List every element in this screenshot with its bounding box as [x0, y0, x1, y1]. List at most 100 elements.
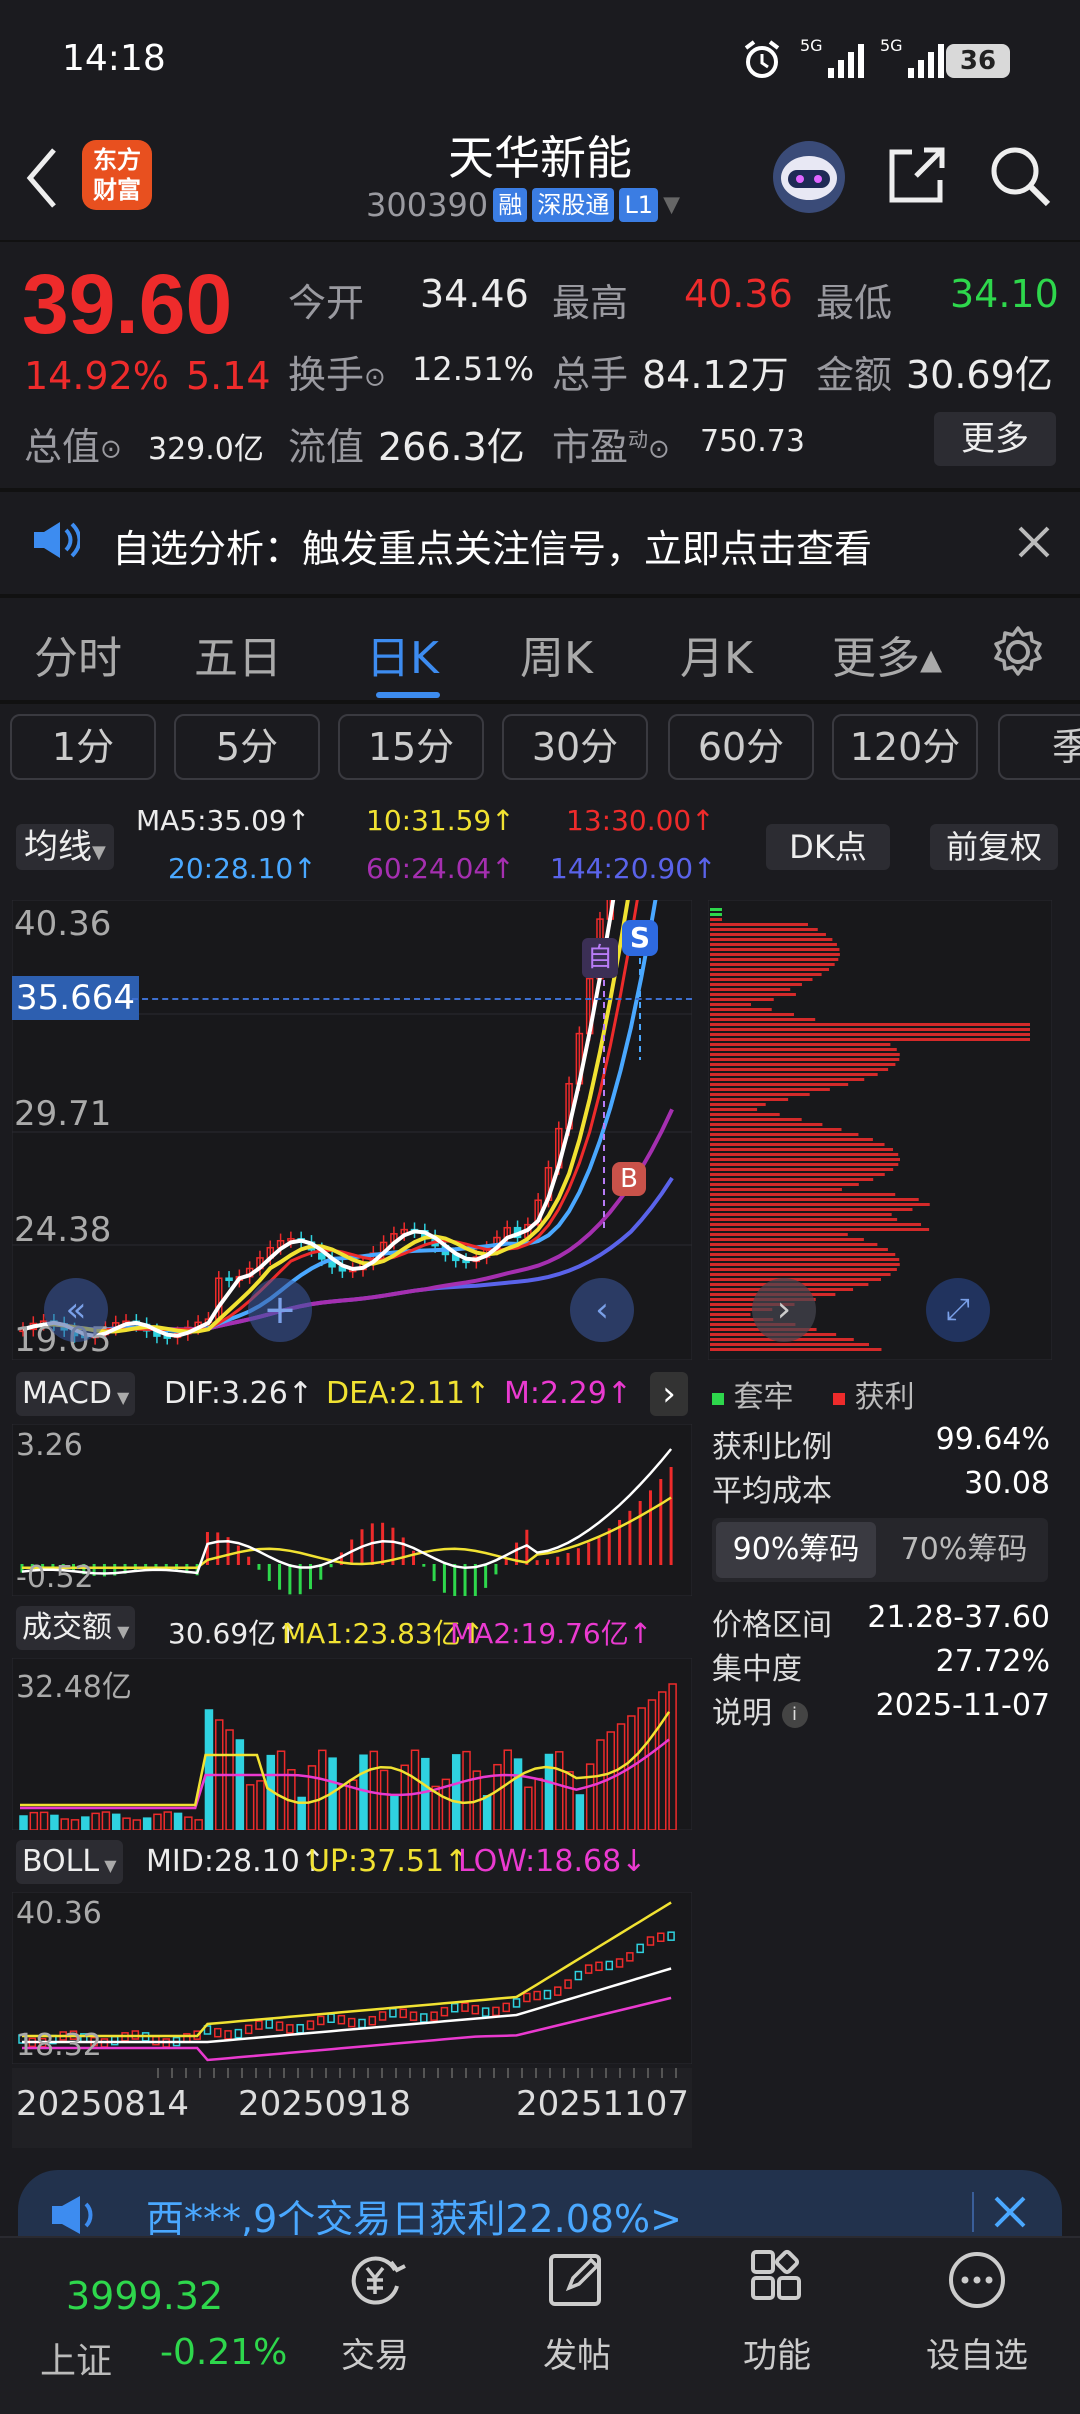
chip-bar	[710, 958, 839, 961]
minute-tab-60[interactable]: 60分	[668, 714, 814, 780]
float-label: 流值	[288, 425, 365, 469]
chip-bar	[710, 928, 818, 931]
settings-gear-icon[interactable]	[990, 624, 1046, 684]
chip-bar	[710, 1238, 864, 1241]
chip-bar	[710, 1068, 889, 1071]
tab-five-day[interactable]: 五日	[194, 622, 282, 686]
notice-text[interactable]: 自选分析：触发重点关注信号，立即点击查看	[112, 518, 872, 573]
amount-value: 30.69亿	[906, 353, 1053, 397]
nav-trade[interactable]: 交易	[320, 2248, 430, 2408]
chip-bar	[710, 1218, 898, 1221]
nav-post[interactable]: 发帖	[522, 2248, 632, 2408]
info-icon[interactable]: ⊙	[100, 435, 122, 465]
search-icon[interactable]	[988, 144, 1052, 212]
minute-tab-15[interactable]: 15分	[338, 714, 484, 780]
chip-bar	[710, 1268, 897, 1271]
chevron-right-icon[interactable]: ›	[650, 1372, 688, 1416]
expand-icon[interactable]: ⤢	[926, 1278, 990, 1342]
chip-bar	[710, 1078, 865, 1081]
concentration-label: 集中度	[712, 1652, 802, 1687]
tab-daily-k[interactable]: 日K	[366, 622, 439, 686]
chip-bar	[710, 1043, 891, 1046]
boll-selector[interactable]: BOLL ▼	[16, 1840, 123, 1884]
dk-point-button[interactable]: DK点	[766, 824, 890, 870]
tag-dropdown-icon[interactable]: ▼	[663, 193, 680, 218]
minute-tab-5[interactable]: 5分	[174, 714, 320, 780]
chip-bar	[710, 1203, 930, 1206]
nav-add-watchlist-label: 设自选	[926, 2336, 1028, 2376]
low-value: 34.10	[950, 272, 1059, 316]
tab-underline	[376, 692, 440, 698]
tab-intraday[interactable]: 分时	[34, 622, 122, 686]
marker-buy[interactable]: B	[612, 1162, 646, 1196]
tab-monthly-k[interactable]: 月K	[680, 622, 753, 686]
chevron-left-icon[interactable]: ‹	[570, 1278, 634, 1342]
chip-bar	[710, 1343, 869, 1346]
volume-bar	[111, 1813, 121, 1831]
chip-bar	[710, 1153, 899, 1156]
chip-bar	[710, 1023, 1030, 1026]
minute-tab-1[interactable]: 1分	[10, 714, 156, 780]
info-icon[interactable]: ⊙	[364, 363, 386, 393]
nav-functions[interactable]: 功能	[722, 2248, 832, 2408]
crosshair-line	[132, 998, 692, 1000]
kline-y-low: 24.38	[14, 1210, 112, 1250]
volume-selector-label: 成交额	[22, 1610, 112, 1645]
chip-bar	[710, 1098, 789, 1101]
chip-bar	[710, 1213, 892, 1216]
chip-tab-70[interactable]: 70%筹码	[884, 1522, 1044, 1578]
tag-level: L1	[619, 188, 659, 222]
chip-bar	[710, 1058, 900, 1061]
chevron-left-double-icon[interactable]: «	[44, 1278, 108, 1342]
chip-bar	[710, 968, 830, 971]
ad-text[interactable]: 西***,9个交易日获利22.08%>	[146, 2188, 682, 2243]
boll-y-top: 40.36	[16, 1896, 102, 1931]
macd-selector[interactable]: MACD ▼	[16, 1372, 136, 1416]
chip-bar	[710, 1168, 894, 1171]
close-icon[interactable]	[992, 2194, 1028, 2234]
high-label: 最高	[552, 281, 629, 325]
volume-selector[interactable]: 成交额 ▼	[16, 1606, 136, 1650]
candle	[225, 1277, 233, 1282]
ma-selector[interactable]: 均线▼	[16, 824, 114, 870]
marker-sell[interactable]: S	[622, 920, 658, 956]
chip-bar	[710, 1008, 772, 1011]
zoom-in-icon[interactable]: +	[248, 1278, 312, 1342]
marker-self[interactable]: 自	[582, 938, 618, 978]
stock-code: 300390	[366, 186, 489, 224]
ma144-value: 144:20.90↑	[550, 852, 717, 885]
chip-tab-90[interactable]: 90%筹码	[716, 1522, 876, 1578]
nav-add-watchlist[interactable]: 设自选	[912, 2248, 1042, 2408]
volume-bar	[421, 1757, 430, 1831]
chip-bar	[710, 1188, 842, 1191]
volume-bar	[390, 1795, 399, 1831]
robot-assistant-icon[interactable]	[770, 138, 848, 216]
last-price: 39.60	[22, 257, 233, 351]
tab-more[interactable]: 更多▴	[832, 622, 942, 686]
boll-chart[interactable]: 40.36 18.32	[11, 1891, 693, 2065]
chevron-right-icon[interactable]: ›	[752, 1278, 816, 1342]
chip-bar	[710, 1248, 888, 1251]
volume-chart[interactable]: 32.48亿	[11, 1657, 693, 1831]
close-icon[interactable]	[1016, 524, 1052, 564]
header-divider	[0, 240, 1080, 242]
notice-bar[interactable]: 自选分析：触发重点关注信号，立即点击查看	[0, 496, 1080, 588]
chip-bar	[710, 1258, 900, 1261]
share-icon[interactable]	[886, 144, 946, 210]
info-icon[interactable]: ⊙	[648, 435, 670, 465]
macd-dea: DEA:2.11↑	[326, 1376, 491, 1411]
kline-chart[interactable]: 40.36 29.71 24.38 19.05 35.664 自 S B « +…	[11, 387, 693, 1361]
chip-distribution[interactable]: › ⤢	[707, 899, 1053, 1361]
more-button[interactable]: 更多	[934, 412, 1056, 466]
tab-weekly-k[interactable]: 周K	[520, 622, 593, 686]
macd-y-top: 3.26	[16, 1428, 83, 1463]
chip-bar	[710, 1193, 896, 1196]
minute-tab-120[interactable]: 120分	[832, 714, 978, 780]
adjust-button[interactable]: 前复权	[930, 824, 1058, 870]
index-widget[interactable]: 3999.32 上证 -0.21%	[0, 2238, 300, 2414]
chip-bar	[710, 1083, 849, 1086]
minute-tab-30[interactable]: 30分	[502, 714, 648, 780]
info-icon[interactable]: i	[781, 1701, 808, 1728]
macd-chart[interactable]: 3.26 -0.52	[11, 1423, 693, 1602]
minute-tab-season[interactable]: 季	[998, 714, 1080, 780]
